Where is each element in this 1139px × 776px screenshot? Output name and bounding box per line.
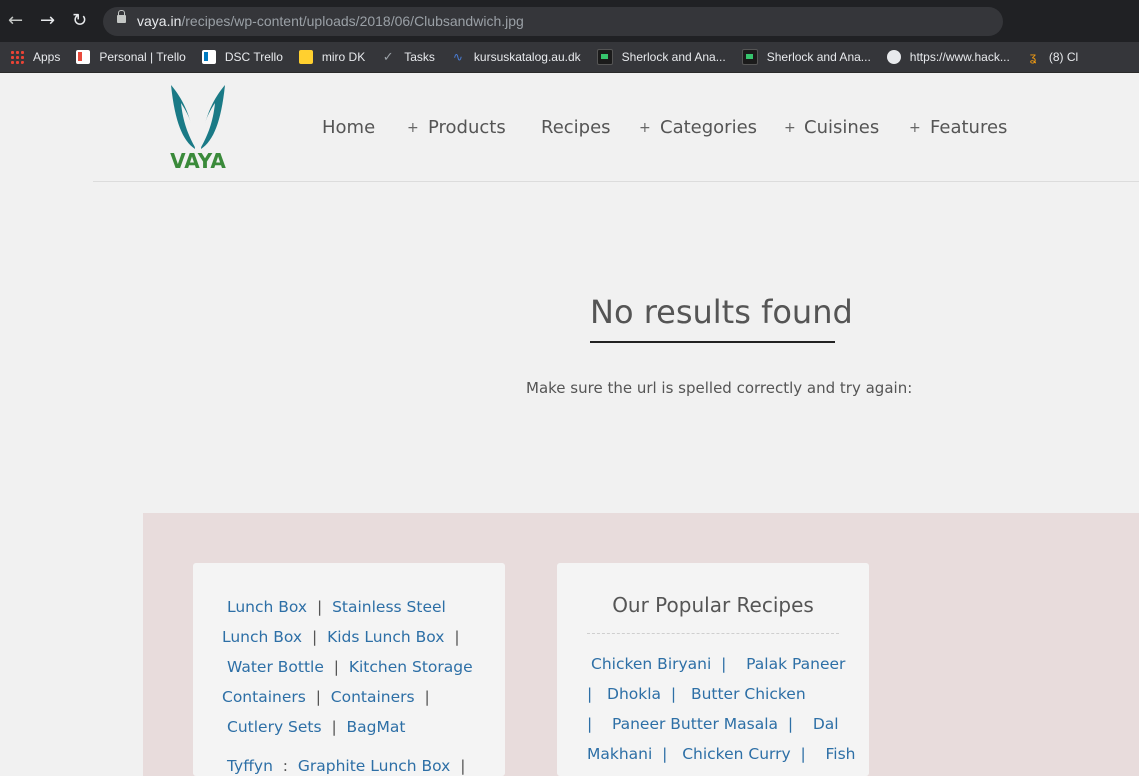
popular-recipes-card: Our Popular Recipes Chicken Biryani | Pa… [557, 563, 869, 776]
page-title: No results found [590, 293, 853, 331]
link-chicken-curry[interactable]: Chicken Curry [682, 745, 790, 763]
error-message: Make sure the url is spelled correctly a… [526, 379, 913, 397]
separator: | [449, 628, 460, 646]
link-stainless-steel[interactable]: Stainless Steel [332, 598, 446, 616]
hack-icon: ʓ [1029, 50, 1037, 64]
bookmark-sherlock-1[interactable]: Sherlock and Ana... [596, 49, 726, 65]
link-paneer-butter-masala[interactable]: Paneer Butter Masala [612, 715, 778, 733]
forward-arrow-icon[interactable]: → [40, 11, 55, 31]
nav-products[interactable]: Products [428, 117, 506, 138]
bookmark-personal-trello[interactable]: Personal | Trello [76, 50, 186, 64]
trello-icon [76, 50, 91, 64]
separator: : [277, 757, 293, 775]
reload-icon[interactable]: ↻ [72, 11, 87, 31]
leaf-logo-icon: VAYA [170, 85, 226, 173]
separator: | [310, 688, 326, 706]
link-cutlery-sets[interactable]: Cutlery Sets [227, 718, 322, 736]
separator: | [307, 628, 323, 646]
plus-icon[interactable]: + [639, 120, 651, 136]
nav-cuisines[interactable]: Cuisines [804, 117, 879, 138]
link-kids-lunch-box[interactable]: Kids Lunch Box [327, 628, 444, 646]
separator: | [665, 685, 686, 703]
separator: | [587, 685, 603, 703]
check-icon: ✓ [382, 49, 394, 64]
nav-recipes[interactable]: Recipes [541, 117, 611, 138]
separator: | [419, 688, 430, 706]
link-dhokla[interactable]: Dhokla [607, 685, 661, 703]
bookmark-miro[interactable]: miro DK [298, 50, 365, 64]
miro-icon [298, 50, 313, 64]
apps-icon [10, 50, 24, 64]
separator: | [455, 757, 466, 775]
link-containers-1[interactable]: Containers [222, 688, 306, 706]
link-tyffyn[interactable]: Tyffyn [227, 757, 273, 775]
address-bar[interactable]: vaya.in/recipes/wp-content/uploads/2018/… [103, 7, 1003, 36]
link-bagmat[interactable]: BagMat [347, 718, 406, 736]
separator: | [657, 745, 678, 763]
back-arrow-icon[interactable]: ← [8, 11, 23, 31]
link-graphite-lunch-box[interactable]: Graphite Lunch Box [298, 757, 451, 775]
bookmarks-bar: Apps Personal | Trello DSC Trello miro D… [0, 42, 1139, 73]
trello-icon [201, 50, 216, 64]
link-dal[interactable]: Dal [813, 715, 839, 733]
separator: | [716, 655, 742, 673]
page-content: VAYA Home + Products Recipes + Categorie… [0, 73, 1139, 776]
sherlock-icon [596, 49, 613, 65]
globe-icon [886, 50, 901, 64]
bookmark-kursuskatalog[interactable]: ∿ kursuskatalog.au.dk [451, 50, 581, 64]
link-containers[interactable]: Containers [331, 688, 415, 706]
kursus-icon: ∿ [452, 50, 463, 64]
separator: | [782, 715, 808, 733]
title-underline [590, 341, 835, 343]
link-palak-paneer[interactable]: Palak Paneer [746, 655, 845, 673]
link-lunch-box-2[interactable]: Lunch Box [222, 628, 302, 646]
nav-features[interactable]: Features [930, 117, 1007, 138]
bookmark-tasks[interactable]: ✓ Tasks [381, 49, 435, 65]
url-text[interactable]: vaya.in/recipes/wp-content/uploads/2018/… [137, 13, 524, 29]
bookmark-dsc-trello[interactable]: DSC Trello [201, 50, 283, 64]
link-kitchen-storage[interactable]: Kitchen Storage [349, 658, 473, 676]
separator: | [326, 718, 342, 736]
plus-icon[interactable]: + [784, 120, 796, 136]
logo-text: VAYA [170, 149, 226, 171]
link-makhani[interactable]: Makhani [587, 745, 652, 763]
plus-icon[interactable]: + [407, 120, 419, 136]
sherlock-icon [741, 49, 758, 65]
link-butter-chicken[interactable]: Butter Chicken [691, 685, 806, 703]
separator: | [587, 715, 608, 733]
browser-toolbar: ← → ↻ vaya.in/recipes/wp-content/uploads… [0, 0, 1139, 42]
link-fish[interactable]: Fish [826, 745, 856, 763]
bookmark-apps[interactable]: Apps [10, 50, 60, 64]
separator: | [328, 658, 344, 676]
plus-icon[interactable]: + [909, 120, 921, 136]
separator: | [312, 598, 328, 616]
products-links-card: Lunch Box | Stainless Steel Lunch Box | … [193, 563, 505, 776]
separator: | [795, 745, 821, 763]
bookmark-hack[interactable]: https://www.hack... [886, 50, 1010, 64]
header-divider [93, 181, 1139, 182]
bookmark-cl[interactable]: ʓ (8) Cl [1026, 50, 1079, 64]
vaya-logo[interactable]: VAYA [165, 85, 231, 173]
link-lunch-box[interactable]: Lunch Box [227, 598, 307, 616]
popular-recipes-title: Our Popular Recipes [612, 593, 814, 617]
bookmark-sherlock-2[interactable]: Sherlock and Ana... [741, 49, 871, 65]
link-chicken-biryani[interactable]: Chicken Biryani [591, 655, 711, 673]
nav-categories[interactable]: Categories [660, 117, 757, 138]
nav-home[interactable]: Home [322, 117, 375, 138]
link-water-bottle[interactable]: Water Bottle [227, 658, 324, 676]
lock-icon[interactable] [117, 10, 126, 23]
title-divider [587, 633, 839, 634]
